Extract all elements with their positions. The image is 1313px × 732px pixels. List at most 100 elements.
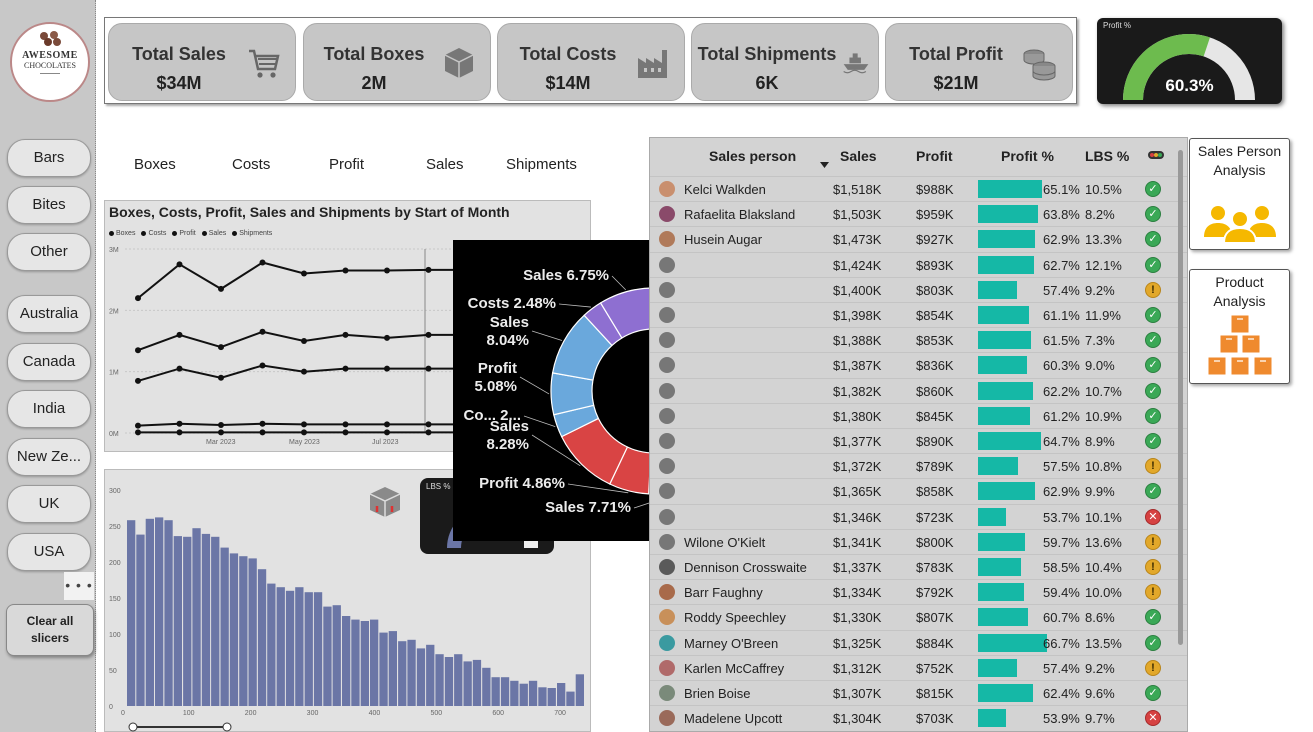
data-point — [384, 334, 390, 341]
table-row[interactable]: Wilone O'Kielt $1,341K $800K 59.7% 13.6%! — [650, 528, 1187, 554]
table-row[interactable]: Marney O'Breen $1,325K $884K 66.7% 13.5% ✓ — [650, 629, 1187, 655]
slicer-uk[interactable]: UK — [7, 485, 91, 523]
table-row[interactable]: Dennison Crosswaite $1,337K $783K 58.5% 10.4… — [650, 554, 1187, 579]
table-scrollbar[interactable] — [1178, 150, 1183, 645]
data-point — [342, 267, 349, 274]
avatar — [659, 710, 675, 727]
status-good-icon: ✓ — [1145, 433, 1161, 449]
kpi-card-total-sales: Total Sales $34M — [108, 23, 296, 101]
table-row[interactable]: Kelci Walkden $1,518K $988K 65.1% 10.5% ✓ — [650, 176, 1187, 201]
table-row[interactable]: $1,400K $803K 57.4% 9.2%! — [650, 276, 1187, 302]
table-row[interactable]: $1,398K $854K 61.1% 11.9% ✓ — [650, 302, 1187, 327]
y-tick-label: 300 — [109, 488, 121, 495]
cell-profit-pct: 64.7% — [1043, 434, 1080, 449]
cell-profit-pct: 66.7% — [1043, 635, 1080, 651]
cell-profit: $890K — [916, 434, 954, 449]
data-point — [259, 429, 266, 436]
cell-sales: $1,304K — [833, 711, 882, 727]
table-row[interactable]: $1,377K $890K 64.7% 8.9% ✓ — [650, 428, 1187, 453]
slicer-other[interactable]: Other — [7, 233, 91, 271]
y-tick-label: 3M — [109, 247, 119, 254]
header-profit[interactable]: Profit — [916, 148, 953, 164]
y-tick-label: 0M — [109, 431, 119, 438]
data-point — [425, 429, 432, 436]
slicer-india[interactable]: India — [7, 390, 91, 428]
cell-sales: $1,398K — [833, 308, 882, 323]
status-warn-icon: ! — [1145, 533, 1161, 550]
data-point — [135, 429, 141, 436]
cart-icon — [249, 49, 280, 78]
slicer-australia[interactable]: Australia — [7, 295, 91, 333]
traffic-light-icon — [1148, 151, 1164, 159]
table-row[interactable]: $1,382K $860K 62.2% 10.7% ✓ — [650, 377, 1187, 403]
cell-sales: $1,380K — [833, 408, 882, 424]
histogram-bar — [201, 533, 211, 706]
table-row[interactable]: $1,365K $858K 62.9% 9.9% ✓ — [650, 478, 1187, 503]
slice-label-name: Profit — [478, 360, 517, 377]
data-point — [218, 374, 224, 381]
data-point — [176, 331, 183, 338]
cell-profit: $807K — [916, 610, 954, 626]
table-row[interactable]: Husein Augar $1,473K $927K 62.9% 13.3% ✓ — [650, 226, 1187, 251]
table-row[interactable]: $1,424K $893K 62.7% 12.1% ✓ — [650, 251, 1187, 277]
table-row[interactable]: Barr Faughny $1,334K $792K 59.4% 10.0%! — [650, 579, 1187, 604]
histogram-bar — [192, 528, 201, 706]
table-row[interactable]: Madelene Upcott $1,304K $703K 53.9% 9.7% ✕ — [650, 705, 1187, 730]
slicer-bites[interactable]: Bites — [7, 186, 91, 224]
tab-sales[interactable]: Sales — [426, 156, 464, 173]
table-row[interactable]: Brien Boise $1,307K $815K 62.4% 9.6% ✓ — [650, 680, 1187, 705]
sales-person-analysis-button[interactable]: Sales Person Analysis — [1189, 138, 1290, 250]
tab-shipments[interactable]: Shipments — [506, 156, 577, 173]
cell-profit-pct: 57.4% — [1043, 282, 1080, 298]
sort-desc-icon[interactable] — [820, 162, 829, 168]
table-row[interactable]: $1,388K $853K 61.5% 7.3% ✓ — [650, 327, 1187, 352]
table-row[interactable]: $1,380K $845K 61.2% 10.9% ✓ — [650, 402, 1187, 428]
cell-profit-pct: 61.2% — [1043, 408, 1080, 424]
data-point — [425, 421, 432, 428]
status-good-icon: ✓ — [1145, 307, 1161, 323]
slicer-usa[interactable]: USA — [7, 533, 91, 571]
table-row[interactable]: $1,387K $836K 60.3% 9.0% ✓ — [650, 352, 1187, 377]
kpi-value: 2M — [361, 73, 387, 93]
status-good-icon: ✓ — [1145, 256, 1161, 273]
table-row[interactable]: $1,372K $789K 57.5% 10.8%! — [650, 453, 1187, 478]
header-sales[interactable]: Sales — [840, 148, 877, 164]
tab-profit[interactable]: Profit — [329, 156, 364, 173]
kpi-card-total-profit: Total Profit $21M — [885, 23, 1073, 101]
header-lbs-pct[interactable]: LBS % — [1085, 148, 1129, 164]
histogram-bar — [388, 631, 397, 706]
slicer-new-zealand[interactable]: New Ze... — [7, 438, 91, 476]
data-point — [384, 421, 390, 428]
product-analysis-button[interactable]: Product Analysis — [1189, 269, 1290, 384]
profit-pct-bar — [978, 331, 1031, 350]
cell-name: Marney O'Breen — [684, 635, 779, 651]
histogram-bar — [332, 605, 341, 706]
avatar — [659, 634, 675, 651]
header-profit-pct[interactable]: Profit % — [1001, 148, 1054, 164]
table-row[interactable]: Rafaelita Blaksland $1,503K $959K 63.8% 8.2%… — [650, 201, 1187, 226]
slicer-canada[interactable]: Canada — [7, 343, 91, 381]
avatar — [659, 433, 675, 449]
y-tick-label: 2M — [109, 308, 119, 315]
header-sales-person[interactable]: Sales person — [709, 148, 796, 164]
status-warn-icon: ! — [1145, 659, 1161, 676]
slice-label: Sales 7.71% — [545, 499, 631, 516]
y-tick-label: 50 — [109, 668, 117, 675]
clear-slicers-button[interactable]: Clear all slicers — [6, 604, 94, 656]
table-row[interactable]: $1,346K $723K 53.7% 10.1% ✕ — [650, 503, 1187, 529]
tab-costs[interactable]: Costs — [232, 156, 270, 173]
table-row[interactable]: Roddy Speechley $1,330K $807K 60.7% 8.6% ✓ — [650, 604, 1187, 629]
cell-profit-pct: 61.1% — [1043, 308, 1080, 323]
table-row[interactable]: Karlen McCaffrey $1,312K $752K 57.4% 9.2%! — [650, 654, 1187, 680]
data-point — [342, 421, 349, 428]
logo-line-1: AWESOME — [22, 50, 78, 61]
gauge-value: 60.3% — [1165, 76, 1214, 95]
x-tick-label: 200 — [245, 710, 257, 717]
tab-boxes[interactable]: Boxes — [134, 156, 176, 173]
profit-pct-bar — [978, 658, 1018, 677]
status-good-icon: ✓ — [1145, 407, 1161, 424]
x-tick-label: May 2023 — [289, 439, 320, 446]
histogram-bar — [519, 683, 528, 706]
more-options-button[interactable]: • • • — [64, 572, 94, 600]
slicer-bars[interactable]: Bars — [7, 139, 91, 177]
